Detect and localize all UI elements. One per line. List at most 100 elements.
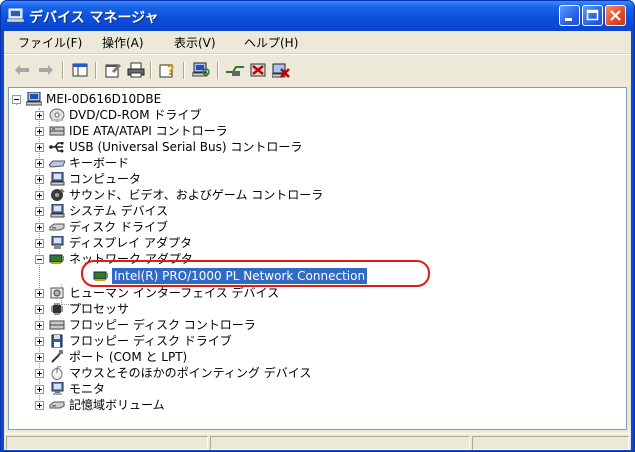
expand-toggle[interactable] [35, 305, 44, 314]
category-label: マウスとそのほかのポインティング デバイス [69, 366, 312, 380]
category-label: IDE ATA/ATAPI コントローラ [69, 124, 228, 138]
scan-hardware-button[interactable] [191, 61, 211, 79]
category-label: モニタ [69, 382, 106, 396]
update-driver-button[interactable] [225, 61, 245, 79]
keyboard-icon [49, 160, 65, 168]
expand-toggle[interactable] [35, 289, 44, 298]
floppy-drive-icon [51, 334, 63, 348]
print-icon [127, 62, 145, 78]
floppy-controller-icon [49, 320, 65, 330]
back-arrow-icon [15, 65, 29, 75]
status-pane [210, 436, 470, 450]
toolbar-separator [62, 62, 64, 79]
device-manager-window: デバイス マネージャ ファイル(F) 操作(A) 表示(V) ヘルプ(H) ? … [0, 0, 635, 452]
dvd-drive-icon [49, 108, 65, 122]
network-adapter-icon [49, 254, 64, 264]
back-button[interactable] [12, 61, 32, 79]
expand-toggle[interactable] [35, 223, 44, 232]
system-devices-icon [50, 204, 65, 218]
category-label: プロセッサ [69, 302, 130, 316]
collapse-toggle[interactable] [12, 95, 21, 104]
show-hide-tree-icon [72, 63, 88, 77]
monitor-icon [51, 382, 64, 395]
expand-toggle[interactable] [35, 175, 44, 184]
collapse-toggle[interactable] [35, 255, 44, 264]
uninstall-device-button[interactable] [271, 61, 291, 79]
menu-view[interactable]: 表示(V) [174, 34, 216, 51]
tree-root-label: MEI-0D616D10DBE [46, 92, 162, 106]
expand-toggle[interactable] [35, 127, 44, 136]
update-driver-icon [226, 66, 244, 76]
display-adapter-icon [51, 236, 64, 249]
close-button[interactable] [605, 5, 626, 26]
help-icon: ? [159, 64, 175, 78]
processor-icon [51, 303, 63, 315]
category-label: 記憶域ボリューム [69, 398, 165, 412]
minimize-icon [565, 18, 572, 21]
device-tree[interactable]: MEI-0D616D10DBE DVD/CD-ROM ドライブ IDE ATA/… [8, 87, 627, 430]
device-manager-app-icon [7, 8, 24, 23]
help-button[interactable]: ? [158, 61, 178, 79]
expand-toggle[interactable] [35, 159, 44, 168]
expand-toggle[interactable] [35, 111, 44, 120]
computer-icon [50, 172, 65, 186]
ide-controller-icon [49, 126, 65, 136]
disable-device-button[interactable] [248, 61, 268, 79]
title-bar[interactable]: デバイス マネージャ [1, 1, 634, 31]
maximize-button[interactable] [582, 5, 603, 26]
disk-drive-icon [49, 223, 65, 231]
expand-toggle[interactable] [35, 385, 44, 394]
menu-action[interactable]: 操作(A) [102, 34, 144, 51]
category-label: フロッピー ディスク ドライブ [69, 334, 232, 348]
hid-icon [50, 287, 64, 299]
forward-arrow-icon [39, 65, 53, 75]
expand-toggle[interactable] [35, 191, 44, 200]
expand-toggle[interactable] [35, 321, 44, 330]
storage-volume-icon [49, 401, 65, 409]
expand-toggle[interactable] [35, 369, 44, 378]
category-label: フロッピー ディスク コントローラ [69, 318, 256, 332]
category-label: DVD/CD-ROM ドライブ [69, 108, 202, 122]
menu-file[interactable]: ファイル(F) [18, 34, 82, 51]
properties-button[interactable] [103, 61, 123, 79]
expand-toggle[interactable] [35, 239, 44, 248]
category-label: ヒューマン インターフェイス デバイス [69, 286, 280, 300]
mouse-icon [51, 366, 63, 380]
scan-hardware-changes-icon [192, 62, 210, 77]
maximize-icon [586, 9, 599, 21]
expand-toggle[interactable] [35, 337, 44, 346]
status-pane [6, 436, 208, 450]
highlight-annotation [81, 260, 430, 287]
svg-text:?: ? [167, 64, 175, 78]
status-bar [4, 433, 631, 451]
close-icon [610, 10, 621, 21]
print-button[interactable] [126, 61, 146, 79]
show-hide-tree-button[interactable] [70, 61, 90, 79]
expand-toggle[interactable] [35, 401, 44, 410]
expand-toggle[interactable] [35, 143, 44, 152]
properties-icon [105, 64, 121, 78]
category-label: システム デバイス [69, 204, 169, 218]
toolbar-separator [183, 62, 185, 79]
toolbar-separator [217, 62, 219, 79]
forward-button[interactable] [36, 61, 56, 79]
uninstall-device-icon [272, 63, 290, 78]
minimize-button[interactable] [559, 5, 580, 26]
client-area: ファイル(F) 操作(A) 表示(V) ヘルプ(H) ? MEI-0D616D1… [4, 31, 631, 450]
category-label: コンピュータ [69, 172, 142, 186]
expand-toggle[interactable] [35, 207, 44, 216]
menu-bar: ファイル(F) 操作(A) 表示(V) ヘルプ(H) [4, 31, 631, 54]
category-label: ディスク ドライブ [69, 220, 168, 234]
usb-icon [49, 142, 64, 153]
expand-toggle[interactable] [35, 353, 44, 362]
computer-root-icon [26, 92, 42, 106]
window-title: デバイス マネージャ [29, 10, 159, 26]
menu-help[interactable]: ヘルプ(H) [244, 34, 298, 51]
toolbar-separator [150, 62, 152, 79]
category-label: サウンド、ビデオ、およびゲーム コントローラ [69, 188, 324, 202]
category-label: キーボード [69, 156, 130, 170]
toolbar-separator [95, 62, 97, 79]
toolbar: ? [4, 54, 631, 85]
port-icon [51, 350, 63, 363]
status-pane [472, 436, 629, 450]
